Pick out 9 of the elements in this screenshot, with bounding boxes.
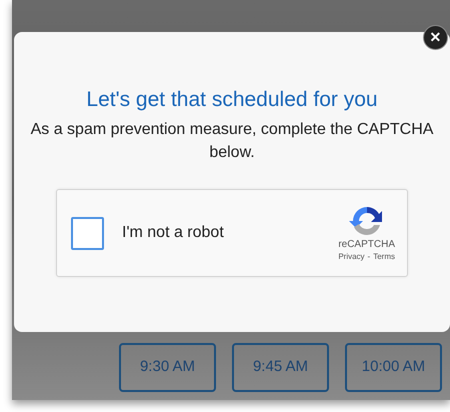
terms-link[interactable]: Terms [373,251,395,263]
privacy-link[interactable]: Privacy [338,251,365,263]
recaptcha-brand: reCAPTCHA [338,239,395,251]
captcha-checkbox[interactable] [71,216,104,250]
dialog-title: Let's get that scheduled for you [86,87,378,113]
link-separator: - [368,251,370,263]
dialog-message: As a spam prevention measure, complete the CAPTCHA below. [30,120,434,163]
captcha-label: I'm not a robot [122,223,224,243]
close-button[interactable]: ✕ [423,25,448,50]
